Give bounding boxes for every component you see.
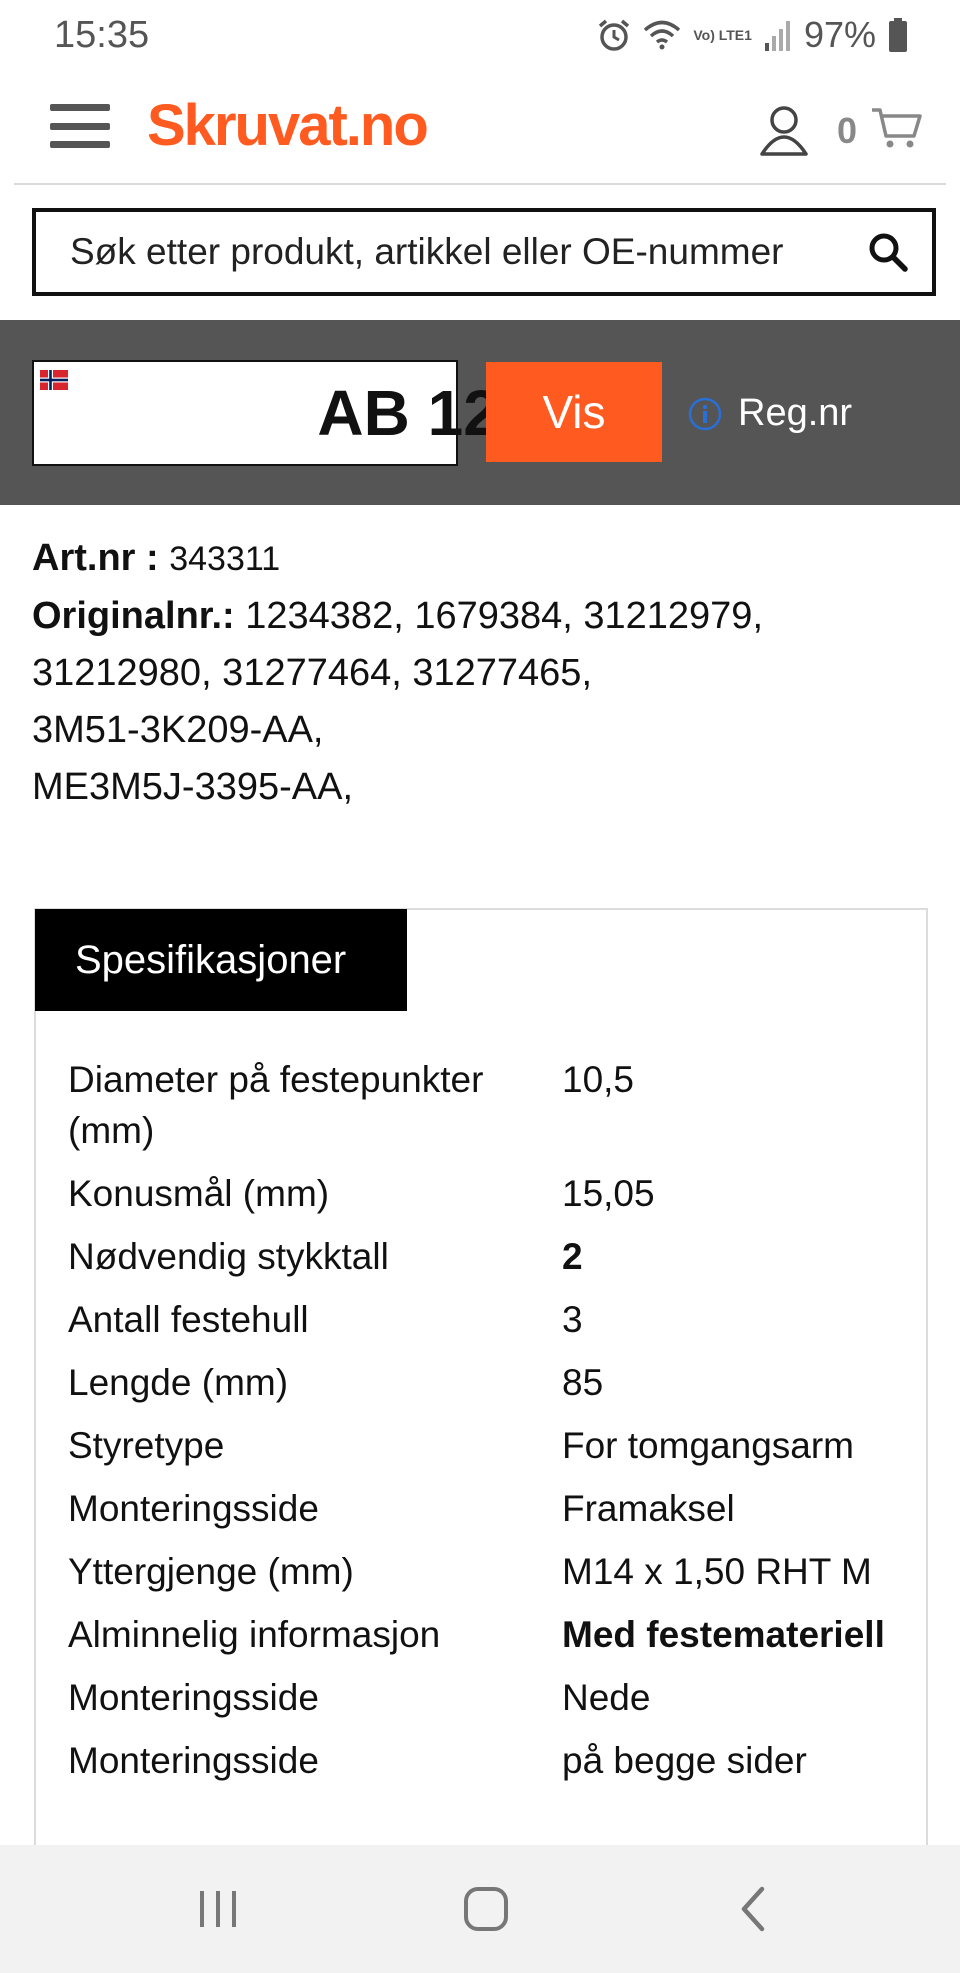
table-row: Nødvendig stykktall 2 bbox=[68, 1231, 908, 1294]
norway-flag-icon bbox=[40, 370, 68, 390]
menu-line bbox=[50, 104, 110, 111]
show-button[interactable]: Vis bbox=[486, 362, 662, 462]
table-row: Antall festehull 3 bbox=[68, 1294, 908, 1357]
wifi-icon bbox=[644, 20, 681, 50]
spec-value: på begge sider bbox=[562, 1740, 807, 1781]
spec-key: Diameter på festepunkter (mm) bbox=[68, 1059, 484, 1151]
table-row: Monteringsside Framaksel bbox=[68, 1483, 908, 1546]
original-line: 3M51-3K209-AA, bbox=[32, 709, 324, 751]
reg-info-label: Reg.nr bbox=[738, 392, 853, 434]
spec-key: Lengde (mm) bbox=[68, 1362, 289, 1403]
menu-line bbox=[50, 141, 110, 148]
status-bar: 15:35 Vo) LTE1 97% bbox=[0, 0, 960, 70]
original-line: 31212980, 31277464, 31277465, bbox=[32, 652, 592, 694]
site-header: Skruvat.no 0 bbox=[0, 70, 960, 186]
spec-value: Med festemateriell bbox=[562, 1614, 885, 1655]
search-icon[interactable] bbox=[868, 232, 908, 272]
volte-label: Vo) LTE1 bbox=[693, 26, 752, 43]
spec-value: Nede bbox=[562, 1677, 651, 1718]
original-label: Originalnr.: bbox=[32, 595, 235, 637]
account-icon[interactable] bbox=[756, 102, 812, 158]
article-info: Art.nr : 343311 Originalnr.: 1234382, 16… bbox=[32, 530, 912, 816]
recent-apps-icon[interactable] bbox=[188, 1881, 248, 1937]
spec-key: Alminnelig informasjon bbox=[68, 1614, 441, 1655]
original-line: 1234382, 1679384, 31212979, bbox=[245, 595, 763, 637]
table-row: Monteringsside Nede bbox=[68, 1672, 908, 1735]
cart-icon[interactable] bbox=[870, 106, 922, 150]
spec-value: 10,5 bbox=[562, 1059, 635, 1100]
signal-icon bbox=[764, 21, 790, 51]
spec-key: Styretype bbox=[68, 1425, 225, 1466]
info-icon[interactable] bbox=[688, 397, 722, 431]
spec-key: Nødvendig stykktall bbox=[68, 1236, 389, 1277]
artnr-value: 343311 bbox=[169, 540, 281, 578]
site-logo[interactable]: Skruvat.no bbox=[147, 92, 429, 159]
specifications-table: Diameter på festepunkter (mm) 10,5 Konusm… bbox=[68, 1054, 908, 1798]
original-line: ME3M5J-3395-AA, bbox=[32, 766, 354, 808]
home-icon[interactable] bbox=[456, 1881, 516, 1937]
spec-value: For tomgangsarm bbox=[562, 1425, 854, 1466]
spec-key: Yttergjenge (mm) bbox=[68, 1551, 354, 1592]
table-row: Diameter på festepunkter (mm) 10,5 bbox=[68, 1054, 908, 1168]
license-plate: N bbox=[32, 360, 889, 466]
menu-icon[interactable] bbox=[50, 104, 110, 148]
battery-percent: 97% bbox=[803, 14, 876, 55]
spec-key: Konusmål (mm) bbox=[68, 1173, 330, 1214]
artnr-line: Art.nr : 343311 bbox=[32, 530, 912, 588]
spec-key: Monteringsside bbox=[68, 1488, 319, 1529]
spec-value: 3 bbox=[562, 1299, 583, 1340]
spec-value: M14 x 1,50 RHT M bbox=[562, 1551, 872, 1592]
reg-info[interactable]: Reg.nr bbox=[688, 392, 852, 435]
battery-icon bbox=[889, 18, 907, 52]
system-nav-bar bbox=[0, 1845, 960, 1973]
original-numbers: Originalnr.: 1234382, 1679384, 31212979, bbox=[32, 588, 912, 645]
spec-value: 85 bbox=[562, 1362, 604, 1403]
table-row: Styretype For tomgangsarm bbox=[68, 1420, 908, 1483]
spec-value: 2 bbox=[562, 1236, 583, 1277]
cart-count[interactable]: 0 bbox=[837, 110, 857, 152]
table-row: Alminnelig informasjon Med festemateriell bbox=[68, 1609, 908, 1672]
header-divider bbox=[14, 183, 946, 185]
plate-country-code: N bbox=[46, 431, 62, 453]
search-input[interactable] bbox=[36, 212, 868, 292]
spec-value: 15,05 bbox=[562, 1173, 655, 1214]
spec-key: Antall festehull bbox=[68, 1299, 309, 1340]
specifications-panel: Spesifikasjoner Diameter på festepunkter… bbox=[34, 908, 928, 1973]
registration-bar: N Vis Reg.nr bbox=[0, 320, 960, 505]
back-icon[interactable] bbox=[724, 1881, 784, 1937]
status-icons: Vo) LTE1 97% bbox=[597, 14, 908, 56]
table-row: Monteringsside på begge sider bbox=[68, 1735, 908, 1798]
menu-line bbox=[50, 122, 110, 130]
table-row: Konusmål (mm) 15,05 bbox=[68, 1168, 908, 1231]
tab-specifications[interactable]: Spesifikasjoner bbox=[35, 909, 407, 1011]
search-box bbox=[32, 208, 936, 296]
alarm-icon bbox=[599, 19, 630, 51]
spec-value: Framaksel bbox=[562, 1488, 735, 1529]
artnr-label: Art.nr : bbox=[32, 537, 159, 579]
spec-key: Monteringsside bbox=[68, 1740, 319, 1781]
status-time: 15:35 bbox=[54, 13, 150, 56]
spec-key: Monteringsside bbox=[68, 1677, 319, 1718]
table-row: Lengde (mm) 85 bbox=[68, 1357, 908, 1420]
table-row: Yttergjenge (mm) M14 x 1,50 RHT M bbox=[68, 1546, 908, 1609]
